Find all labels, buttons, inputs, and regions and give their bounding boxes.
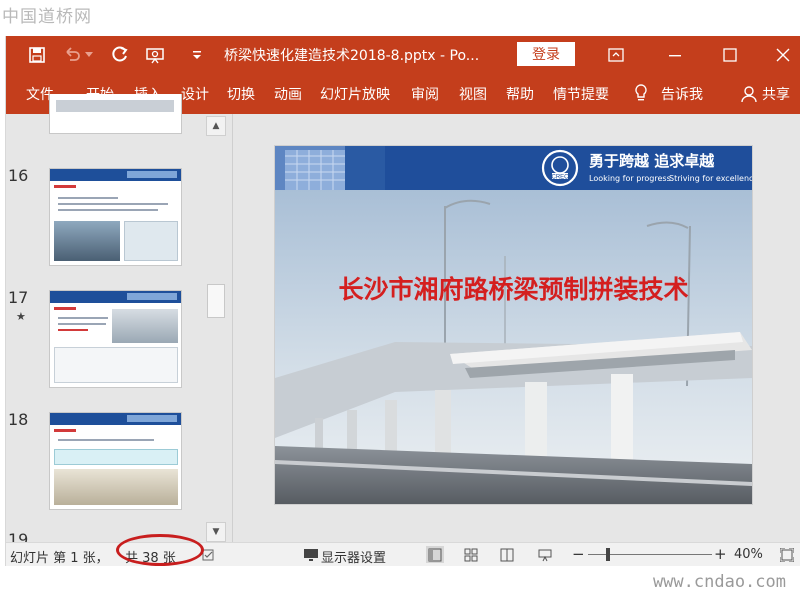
display-settings-button[interactable]: 显示器设置 — [321, 547, 386, 566]
title-bar: 桥梁快速化建造技术2018-8.pptx - Po... 登录 — [6, 36, 800, 74]
slide-title[interactable]: 长沙市湘府路桥梁预制拼装技术 — [275, 270, 752, 306]
thumbnail-header — [50, 169, 181, 181]
zoom-in-button[interactable]: + — [714, 545, 727, 563]
slide-thumbnail-17[interactable] — [49, 290, 182, 388]
login-button[interactable]: 登录 — [517, 42, 575, 66]
share-button[interactable]: 共享 — [762, 84, 790, 104]
thumbnail-photo — [54, 469, 178, 505]
tab-slideshow[interactable]: 幻灯片放映 — [320, 84, 390, 104]
bridge-photo — [275, 190, 752, 504]
current-slide[interactable]: CREC 勇于跨越 追求卓越 Looking for progress Stri… — [275, 146, 752, 504]
tab-help[interactable]: 帮助 — [506, 84, 534, 104]
tell-me-search[interactable]: 告诉我 — [661, 84, 703, 104]
slideshow-icon[interactable] — [536, 546, 554, 563]
slide-header-banner: CREC 勇于跨越 追求卓越 Looking for progress Stri… — [275, 146, 752, 190]
reading-view-icon[interactable] — [498, 546, 516, 563]
thumbnail-header — [50, 413, 181, 425]
lightbulb-icon[interactable] — [630, 82, 652, 104]
slide-thumbnail-16[interactable] — [49, 168, 182, 266]
thumbnail-diagram — [54, 347, 178, 383]
thumbnail-image — [56, 100, 174, 112]
minimize-icon[interactable] — [661, 42, 689, 68]
scroll-down-button[interactable]: ▼ — [206, 522, 226, 542]
save-icon[interactable] — [26, 44, 48, 66]
display-settings-icon[interactable] — [302, 546, 320, 563]
slide-slogan-en-1: Looking for progress — [589, 174, 671, 183]
building-graphic — [275, 146, 385, 190]
share-person-icon[interactable] — [738, 83, 760, 105]
slide-slogan: 勇于跨越 追求卓越 — [589, 152, 715, 170]
slide-position-label: 幻灯片 第 1 张， — [10, 551, 109, 566]
tab-animations[interactable]: 动画 — [274, 84, 302, 104]
slide-number-17: 17 — [8, 288, 29, 307]
slide-thumbnail-18[interactable] — [49, 412, 182, 510]
ribbon-display-icon[interactable] — [602, 42, 630, 68]
customize-icon[interactable] — [186, 44, 208, 66]
pane-divider[interactable] — [232, 114, 233, 542]
normal-view-icon[interactable] — [426, 546, 444, 563]
tab-view[interactable]: 视图 — [459, 84, 487, 104]
tab-review[interactable]: 审阅 — [411, 84, 439, 104]
fit-to-window-icon[interactable] — [778, 546, 796, 563]
undo-icon[interactable] — [61, 44, 83, 66]
zoom-slider-thumb[interactable] — [606, 548, 610, 561]
crec-logo-text: CREC — [551, 175, 569, 181]
animation-star-icon: ★ — [16, 310, 26, 323]
redo-icon[interactable] — [109, 44, 131, 66]
maximize-icon[interactable] — [716, 42, 744, 68]
thumbnail-diagram — [54, 449, 178, 465]
zoom-out-button[interactable]: − — [572, 545, 585, 563]
presenter-icon[interactable] — [144, 44, 166, 66]
scroll-up-button[interactable]: ▲ — [206, 116, 226, 136]
scrollbar-thumb[interactable] — [207, 284, 225, 318]
watermark-top: 中国道桥网 — [2, 7, 92, 27]
document-title: 桥梁快速化建造技术2018-8.pptx - Po... — [224, 48, 480, 64]
slide-number-16: 16 — [8, 166, 29, 185]
powerpoint-window: 桥梁快速化建造技术2018-8.pptx - Po... 登录 文件 开始 插入… — [5, 36, 800, 566]
thumbnail-heading — [54, 185, 76, 188]
thumbnail-diagram — [124, 221, 178, 261]
tab-storyboard[interactable]: 情节提要 — [553, 84, 609, 104]
tab-transitions[interactable]: 切换 — [227, 84, 255, 104]
highlight-oval — [116, 534, 204, 566]
thumbnail-photo — [112, 309, 178, 343]
slide-thumbnail-pane: 16 17 ★ 18 19 — [6, 94, 206, 549]
slide-sorter-icon[interactable] — [462, 546, 480, 563]
slide-slogan-en-2: Striving for excellence — [669, 174, 752, 183]
watermark-bottom: www.cndao.com — [652, 572, 786, 592]
close-icon[interactable] — [769, 42, 797, 68]
thumbnail-header — [50, 291, 181, 303]
crec-logo-icon: CREC — [541, 149, 579, 187]
slide-thumbnail-15[interactable] — [49, 94, 182, 134]
thumbnail-photo — [54, 221, 120, 261]
tab-design[interactable]: 设计 — [181, 84, 209, 104]
undo-dropdown-icon[interactable] — [83, 44, 95, 66]
slide-number-18: 18 — [8, 410, 29, 429]
scrollbar-track[interactable] — [206, 136, 226, 522]
zoom-level[interactable]: 40% — [734, 547, 763, 562]
